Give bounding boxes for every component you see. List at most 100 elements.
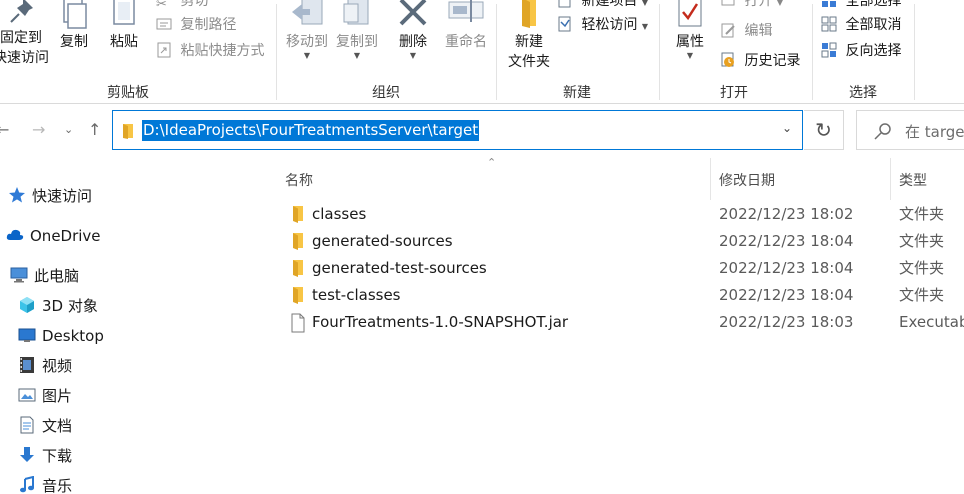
list-item[interactable]: FourTreatments-1.0-SNAPSHOT.jar 2022/12/…	[286, 309, 964, 336]
cloud-icon	[6, 229, 24, 240]
open-icon	[721, 0, 735, 6]
properties-caret-icon: ▼	[686, 51, 694, 60]
properties-icon	[678, 0, 702, 27]
column-divider[interactable]	[890, 158, 891, 200]
copy-path-icon	[156, 18, 172, 30]
easy-access-caret-icon: ▼	[641, 22, 649, 31]
list-item[interactable]: test-classes 2022/12/23 18:04 文件夹	[286, 282, 964, 309]
nav-item-label: 图片	[42, 387, 73, 405]
select-none-label: 全部取消	[845, 17, 902, 33]
download-icon	[20, 447, 34, 462]
desktop-icon	[18, 328, 36, 342]
file-name: generated-test-sources	[312, 259, 487, 277]
invert-selection-label: 反向选择	[845, 43, 902, 59]
invert-selection-button[interactable]: 反向选择	[821, 40, 901, 62]
nav-item-desktop[interactable]: Desktop	[18, 324, 104, 348]
properties-button[interactable]: 属性 ▼	[668, 0, 712, 60]
nav-item-quick-access[interactable]: 快速访问	[8, 184, 92, 208]
new-folder-label-line2: 文件夹	[508, 54, 550, 70]
column-header-type[interactable]: 类型	[899, 164, 927, 198]
nav-item-label: Desktop	[42, 327, 104, 345]
copy-to-button[interactable]: 复制到 ▼	[333, 0, 381, 60]
easy-access-button[interactable]: 轻松访问 ▼	[557, 14, 648, 36]
delete-x-icon	[399, 0, 427, 26]
ribbon-separator	[914, 4, 915, 100]
copy-path-button[interactable]: 复制路径	[156, 14, 236, 36]
cube-icon	[20, 297, 34, 313]
file-date: 2022/12/23 18:04	[719, 232, 854, 250]
nav-item-this-pc[interactable]: 此电脑	[10, 264, 79, 288]
edit-button[interactable]: 编辑	[720, 20, 772, 42]
invert-selection-icon	[821, 42, 837, 58]
address-dropdown-chevron-icon[interactable]: ⌄	[782, 121, 792, 135]
ribbon: 固定到 快速访问 复制 粘贴 ✂ 剪切	[0, 0, 964, 104]
copy-to-icon	[343, 0, 369, 25]
cut-button[interactable]: ✂ 剪切	[156, 0, 208, 12]
column-divider[interactable]	[710, 158, 711, 200]
pin-label-line1: 固定到	[0, 30, 42, 46]
new-item-icon	[558, 0, 571, 8]
address-path[interactable]: D:\IdeaProjects\FourTreatmentsServer\tar…	[142, 120, 480, 141]
history-button[interactable]: 历史记录	[720, 50, 800, 72]
history-icon	[721, 52, 734, 67]
new-folder-button[interactable]: 新建 文件夹	[501, 0, 557, 72]
file-type: 文件夹	[899, 259, 945, 277]
file-name: classes	[312, 205, 367, 223]
easy-access-icon	[558, 16, 571, 32]
paste-label: 粘贴	[110, 34, 138, 50]
copy-button[interactable]: 复制	[54, 0, 94, 52]
nav-item-onedrive[interactable]: OneDrive	[6, 224, 101, 248]
paste-icon	[113, 0, 135, 25]
nav-item-videos[interactable]: 视频	[18, 354, 72, 378]
list-item[interactable]: generated-sources 2022/12/23 18:04 文件夹	[286, 228, 964, 255]
select-all-button[interactable]: 全部选择	[821, 0, 901, 12]
nav-item-downloads[interactable]: 下载	[18, 444, 72, 468]
edit-label: 编辑	[744, 23, 773, 39]
nav-item-pictures[interactable]: 图片	[18, 384, 72, 408]
move-to-button[interactable]: 移动到 ▼	[283, 0, 331, 60]
computer-icon	[10, 267, 28, 283]
nav-item-label: 快速访问	[32, 187, 93, 205]
copy-to-caret-icon: ▼	[353, 51, 361, 60]
music-icon	[20, 476, 34, 493]
refresh-button[interactable]: ↻	[804, 110, 844, 150]
recent-locations-chevron-icon[interactable]: ⌄	[64, 119, 73, 141]
paste-button[interactable]: 粘贴	[104, 0, 144, 52]
nav-item-3d-objects[interactable]: 3D 对象	[18, 294, 98, 318]
rename-button[interactable]: 重命名	[441, 0, 491, 52]
forward-arrow-icon[interactable]: →	[32, 119, 45, 141]
properties-label: 属性	[676, 34, 704, 50]
search-placeholder: 在 target	[905, 123, 964, 141]
nav-item-documents[interactable]: 文档	[18, 414, 72, 438]
copy-path-label: 复制路径	[180, 17, 237, 33]
up-arrow-icon[interactable]: ↑	[88, 119, 101, 141]
sort-ascending-icon: ⌃	[487, 156, 497, 169]
open-button[interactable]: 打开 ▼	[720, 0, 783, 12]
file-date: 2022/12/23 18:03	[719, 313, 854, 331]
file-type: Executab	[899, 313, 964, 331]
search-box[interactable]: 在 target	[856, 110, 964, 150]
refresh-icon: ↻	[815, 118, 832, 142]
column-header-name[interactable]: 名称	[285, 164, 313, 198]
select-none-icon	[821, 16, 837, 32]
file-list: ⌃ 名称 修改日期 类型 classes 2022/12/23 18:02 文件…	[262, 156, 964, 494]
clipboard-group: 固定到 快速访问 复制 粘贴 ✂ 剪切	[0, 0, 264, 104]
address-bar[interactable]: D:\IdeaProjects\FourTreatmentsServer\tar…	[112, 110, 803, 150]
star-icon	[9, 187, 25, 203]
file-type: 文件夹	[899, 286, 945, 304]
pin-to-quick-access-button[interactable]: 固定到 快速访问	[0, 0, 52, 68]
list-item[interactable]: generated-test-sources 2022/12/23 18:04 …	[286, 255, 964, 282]
easy-access-label: 轻松访问	[581, 17, 638, 33]
nav-item-music[interactable]: 音乐	[18, 474, 72, 494]
file-date: 2022/12/23 18:04	[719, 286, 854, 304]
nav-item-label: 音乐	[42, 477, 73, 494]
delete-button[interactable]: 删除 ▼	[393, 0, 433, 60]
list-item[interactable]: classes 2022/12/23 18:02 文件夹	[286, 201, 964, 228]
new-item-button[interactable]: 新建项目 ▼	[557, 0, 648, 12]
back-arrow-icon[interactable]: ←	[0, 119, 9, 141]
select-none-button[interactable]: 全部取消	[821, 14, 901, 36]
paste-shortcut-button[interactable]: 粘贴快捷方式	[156, 40, 264, 62]
new-folder-icon	[522, 0, 536, 28]
file-type: 文件夹	[899, 205, 945, 223]
column-header-date-modified[interactable]: 修改日期	[719, 164, 775, 198]
